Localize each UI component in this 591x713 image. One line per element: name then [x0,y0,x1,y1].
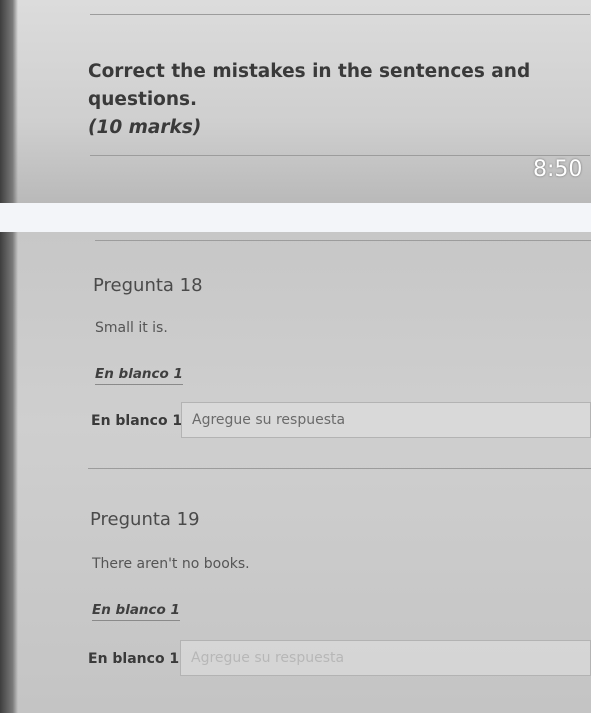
divider [95,240,591,241]
screen-bezel [0,0,18,203]
screen-bezel [0,232,18,713]
answer-field-label: En blanco 1 [91,413,183,429]
status-clock: 8:50 [533,157,583,182]
question-title: Pregunta 19 [90,509,200,530]
top-photo-panel: Correct the mistakes in the sentences an… [0,0,591,203]
blank-heading: En blanco 1 [95,366,183,385]
divider [90,155,590,156]
question-sentence: There aren't no books. [92,556,250,572]
answer-field-label: En blanco 1 [88,651,180,667]
instructions-marks: (10 marks) [88,117,202,138]
blank-heading: En blanco 1 [92,602,180,621]
photo-separator [0,203,591,232]
instructions: Correct the mistakes in the sentences an… [88,58,588,142]
answer-input[interactable] [180,640,591,676]
question-sentence: Small it is. [95,320,168,336]
instructions-text: Correct the mistakes in the sentences an… [88,61,531,110]
question-title: Pregunta 18 [93,275,203,296]
bottom-photo-panel: Pregunta 18 Small it is. En blanco 1 En … [0,232,591,713]
answer-input[interactable] [181,402,591,438]
divider [90,14,590,15]
divider [88,468,591,469]
